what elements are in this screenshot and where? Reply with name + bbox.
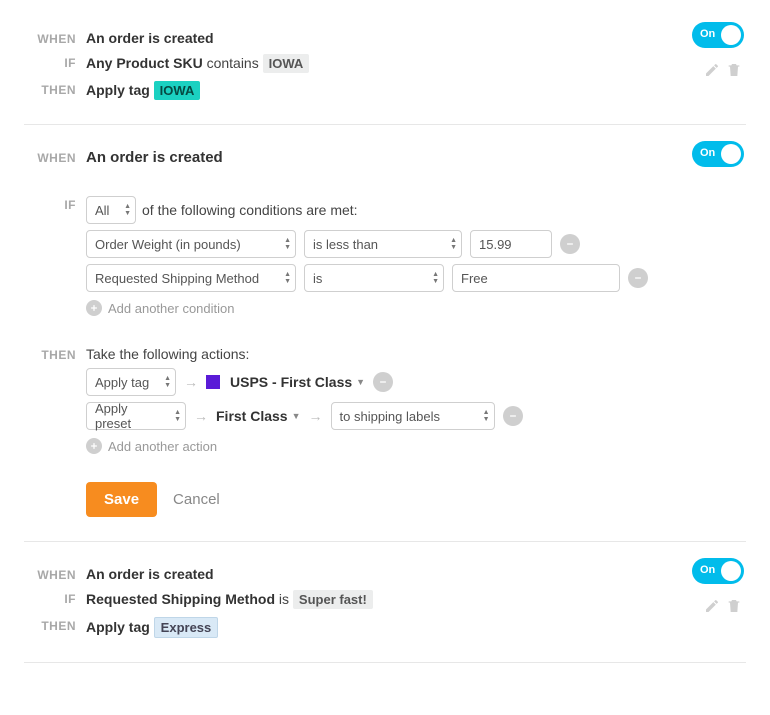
action-type-select[interactable]: Apply tag ▲▼	[86, 368, 176, 396]
condition-op-value: is	[313, 271, 322, 286]
stepper-icon: ▲▼	[450, 237, 457, 251]
if-field: Requested Shipping Method	[86, 591, 275, 607]
action-type-value: Apply tag	[95, 375, 149, 390]
if-mode-value: All	[95, 203, 109, 218]
add-condition-link[interactable]: Add another condition	[86, 300, 746, 316]
condition-field-select[interactable]: Requested Shipping Method ▲▼	[86, 264, 296, 292]
if-mode-select[interactable]: All ▲▼	[86, 196, 136, 224]
add-action-link[interactable]: Add another action	[86, 438, 746, 454]
rule-editor: On WHEN An order is created IF All ▲▼ of…	[24, 139, 746, 542]
plus-icon	[86, 438, 102, 454]
condition-field-value: Order Weight (in pounds)	[95, 237, 241, 252]
condition-op-value: is less than	[313, 237, 378, 252]
toggle-label: On	[700, 147, 715, 159]
caret-down-icon: ▼	[292, 411, 301, 421]
then-tag: IOWA	[154, 81, 201, 100]
then-label: THEN	[24, 79, 86, 97]
if-value-tag: IOWA	[263, 54, 310, 73]
stepper-icon: ▲▼	[284, 271, 291, 285]
action-tag-value: USPS - First Class	[230, 374, 352, 390]
then-intro: Take the following actions:	[86, 346, 746, 362]
when-text: An order is created	[86, 30, 214, 46]
condition-value-input[interactable]: Free	[452, 264, 620, 292]
when-label: WHEN	[24, 147, 86, 165]
then-tag: Express	[154, 617, 219, 638]
remove-action-button[interactable]	[373, 372, 393, 392]
when-label: WHEN	[24, 28, 86, 46]
condition-value-text: Free	[461, 271, 488, 286]
condition-row: Order Weight (in pounds) ▲▼ is less than…	[86, 230, 746, 258]
condition-op-select[interactable]: is less than ▲▼	[304, 230, 462, 258]
condition-row: Requested Shipping Method ▲▼ is ▲▼ Free	[86, 264, 746, 292]
if-verb: contains	[207, 55, 259, 71]
rule-readonly-1: On WHEN An order is created IF Any Produ…	[24, 20, 746, 125]
action-dest-select[interactable]: to shipping labels ▲▼	[331, 402, 495, 430]
if-label: IF	[24, 52, 86, 70]
then-prefix: Apply tag	[86, 82, 150, 98]
arrow-icon: →	[309, 408, 323, 424]
rule-toggle[interactable]: On	[692, 558, 744, 584]
delete-icon[interactable]	[726, 598, 742, 614]
toggle-label: On	[700, 564, 715, 576]
if-value-tag: Super fast!	[293, 590, 373, 609]
rule-readonly-2: On WHEN An order is created IF Requested…	[24, 556, 746, 663]
if-label: IF	[24, 588, 86, 606]
add-action-label: Add another action	[108, 439, 217, 454]
edit-icon[interactable]	[704, 62, 720, 78]
toggle-knob	[721, 25, 741, 45]
remove-condition-button[interactable]	[628, 268, 648, 288]
when-label: WHEN	[24, 564, 86, 582]
then-label: THEN	[24, 344, 86, 362]
condition-field-value: Requested Shipping Method	[95, 271, 259, 286]
stepper-icon: ▲▼	[432, 271, 439, 285]
if-verb: is	[279, 591, 289, 607]
action-dest-value: to shipping labels	[340, 409, 440, 424]
toggle-label: On	[700, 28, 715, 40]
stepper-icon: ▲▼	[164, 375, 171, 389]
then-label: THEN	[24, 615, 86, 633]
toggle-knob	[721, 561, 741, 581]
action-row: Apply tag ▲▼ → USPS - First Class ▼	[86, 368, 746, 396]
edit-icon[interactable]	[704, 598, 720, 614]
action-preset-dropdown[interactable]: First Class ▼	[216, 408, 301, 424]
toggle-knob	[721, 144, 741, 164]
save-button[interactable]: Save	[86, 482, 157, 517]
action-tag-dropdown[interactable]: USPS - First Class ▼	[230, 374, 365, 390]
action-preset-value: First Class	[216, 408, 288, 424]
tag-color-swatch	[206, 375, 220, 389]
condition-op-select[interactable]: is ▲▼	[304, 264, 444, 292]
cancel-button[interactable]: Cancel	[173, 491, 220, 508]
then-prefix: Apply tag	[86, 619, 150, 635]
delete-icon[interactable]	[726, 62, 742, 78]
stepper-icon: ▲▼	[124, 203, 131, 217]
arrow-icon: →	[194, 408, 208, 424]
when-text: An order is created	[86, 149, 223, 166]
add-condition-label: Add another condition	[108, 301, 234, 316]
action-type-select[interactable]: Apply preset ▲▼	[86, 402, 186, 430]
if-field: Any Product SKU	[86, 55, 203, 71]
rule-toggle[interactable]: On	[692, 22, 744, 48]
when-text: An order is created	[86, 566, 214, 582]
action-type-value: Apply preset	[95, 401, 163, 431]
condition-value-text: 15.99	[479, 237, 512, 252]
condition-value-input[interactable]: 15.99	[470, 230, 552, 258]
stepper-icon: ▲▼	[483, 409, 490, 423]
arrow-icon: →	[184, 374, 198, 390]
caret-down-icon: ▼	[356, 377, 365, 387]
if-suffix: of the following conditions are met:	[142, 202, 358, 218]
rule-toggle[interactable]: On	[692, 141, 744, 167]
remove-condition-button[interactable]	[560, 234, 580, 254]
action-row: Apply preset ▲▼ → First Class ▼ → to shi…	[86, 402, 746, 430]
stepper-icon: ▲▼	[174, 409, 181, 423]
remove-action-button[interactable]	[503, 406, 523, 426]
condition-field-select[interactable]: Order Weight (in pounds) ▲▼	[86, 230, 296, 258]
stepper-icon: ▲▼	[284, 237, 291, 251]
plus-icon	[86, 300, 102, 316]
if-label: IF	[24, 194, 86, 212]
